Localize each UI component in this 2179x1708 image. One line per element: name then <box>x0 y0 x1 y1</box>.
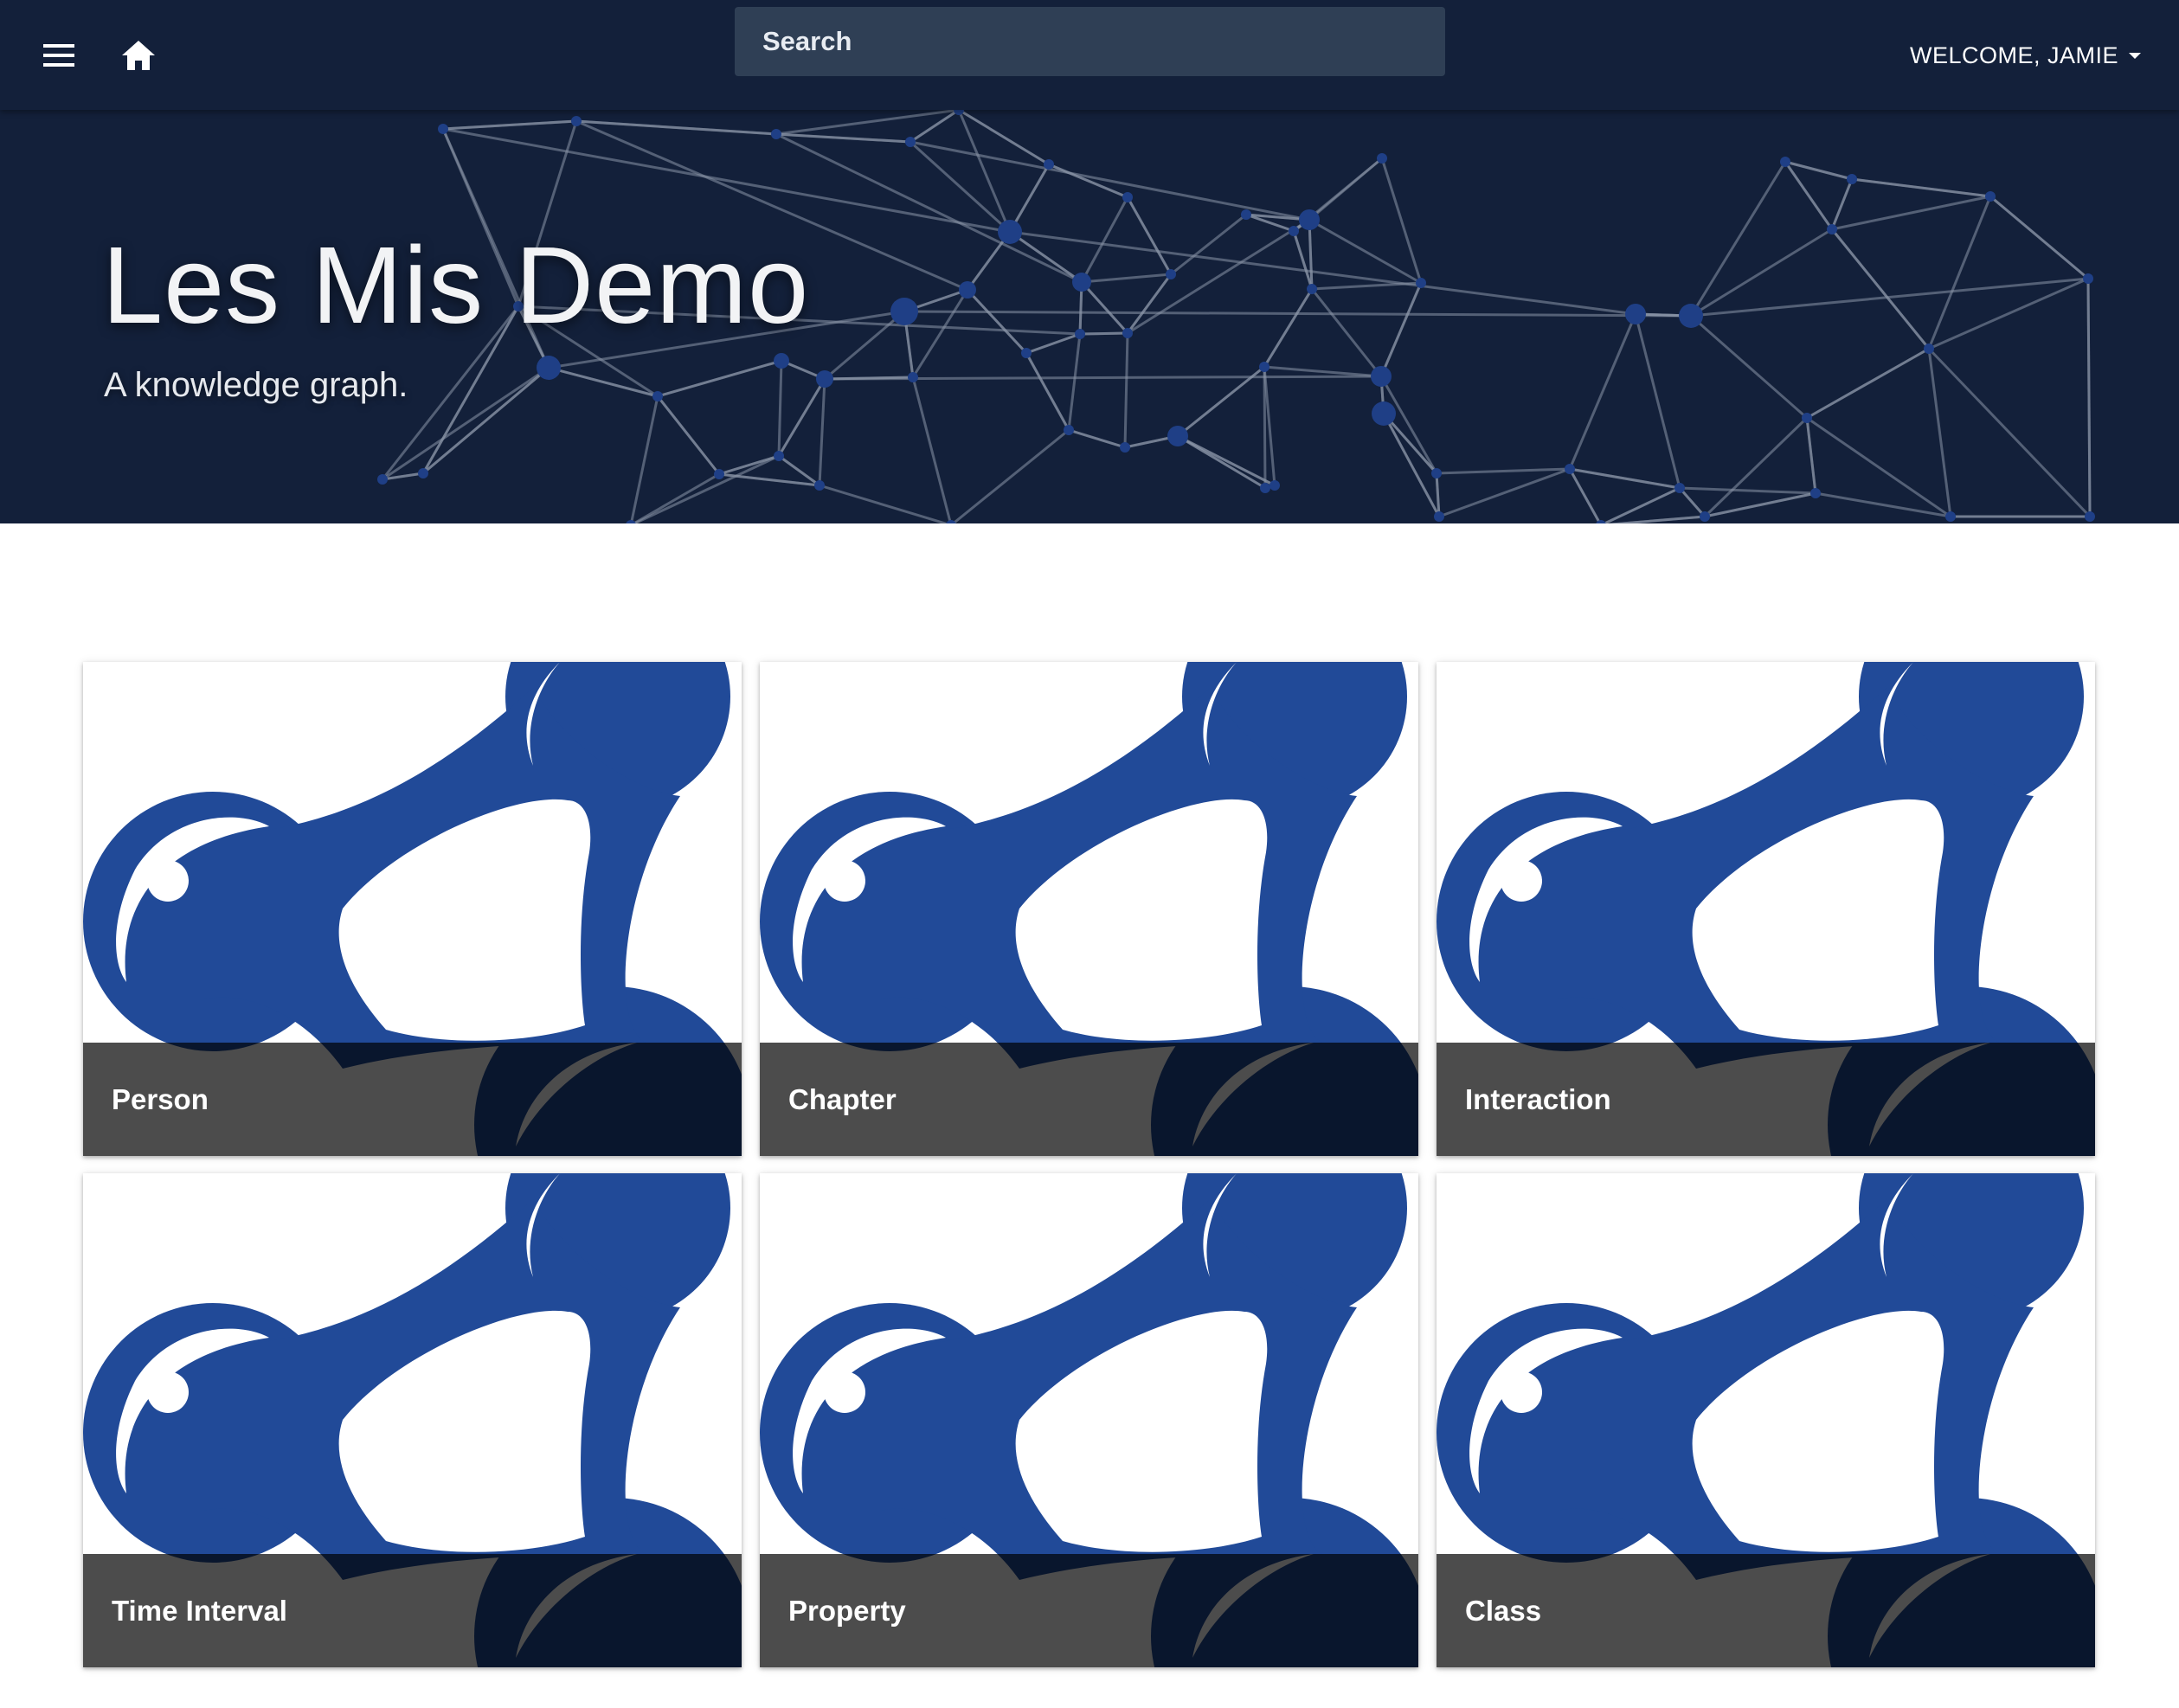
top-app-bar: WELCOME, JAMIE <box>0 0 2179 110</box>
user-greeting: WELCOME, JAMIE <box>1909 42 2118 68</box>
card-footer: Chapter <box>760 1043 1418 1156</box>
hamburger-menu-icon[interactable] <box>35 31 83 80</box>
card-label: Time Interval <box>112 1594 287 1627</box>
caret-down-icon <box>2129 53 2141 59</box>
card-footer: Property <box>760 1554 1418 1667</box>
card-footer: Person <box>83 1043 742 1156</box>
entity-card[interactable]: Class <box>1437 1173 2095 1667</box>
card-footer: Interaction <box>1437 1043 2095 1156</box>
entity-card[interactable]: Chapter <box>760 662 1418 1156</box>
user-menu-button[interactable]: WELCOME, JAMIE <box>1910 35 2143 76</box>
hero-banner: Les Mis Demo A knowledge graph. <box>0 110 2179 523</box>
home-icon[interactable] <box>112 29 164 81</box>
entity-card[interactable]: Time Interval <box>83 1173 742 1667</box>
entity-card[interactable]: Person <box>83 662 742 1156</box>
search-input[interactable] <box>762 26 1445 57</box>
card-footer: Time Interval <box>83 1554 742 1667</box>
entity-card[interactable]: Property <box>760 1173 1418 1667</box>
page-subtitle: A knowledge graph. <box>104 366 408 404</box>
card-label: Property <box>788 1594 906 1627</box>
search-box[interactable] <box>735 7 1445 76</box>
card-label: Class <box>1465 1594 1542 1627</box>
card-label: Chapter <box>788 1082 897 1115</box>
card-label: Person <box>112 1082 209 1115</box>
page-title: Les Mis Demo <box>102 224 810 346</box>
card-label: Interaction <box>1465 1082 1611 1115</box>
card-footer: Class <box>1437 1554 2095 1667</box>
entity-card[interactable]: Interaction <box>1437 662 2095 1156</box>
